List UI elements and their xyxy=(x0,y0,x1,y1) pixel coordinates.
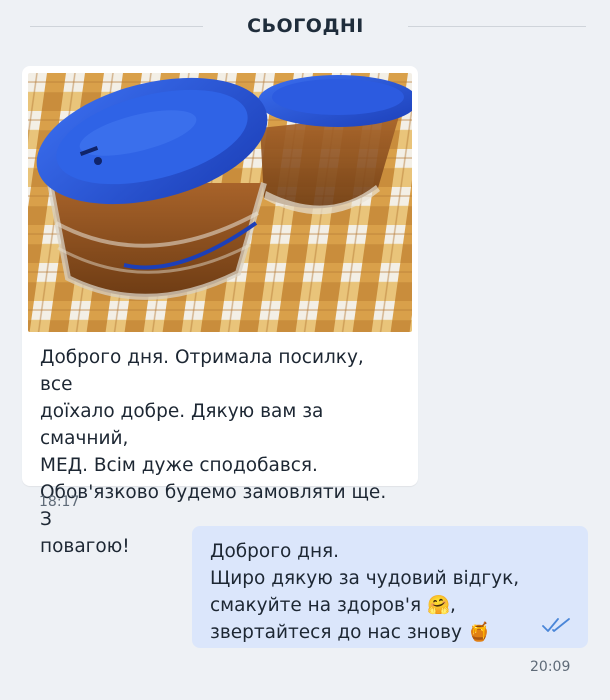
outgoing-message-time: 20:09 xyxy=(530,659,571,675)
incoming-message-bubble[interactable]: Доброго дня. Отримала посилку, все доїха… xyxy=(22,66,418,557)
date-separator: СЬОГОДНІ xyxy=(0,10,610,42)
divider-left xyxy=(30,26,203,27)
outgoing-message-bubble[interactable]: Доброго дня. Щиро дякую за чудовий відгу… xyxy=(192,526,588,648)
incoming-message-time: 18:17 xyxy=(39,494,80,510)
outgoing-message-text: Доброго дня. Щиро дякую за чудовий відгу… xyxy=(210,541,520,643)
double-check-icon xyxy=(542,616,572,634)
divider-right xyxy=(408,26,586,27)
date-separator-label: СЬОГОДНІ xyxy=(247,15,364,37)
message-photo[interactable] xyxy=(28,73,412,332)
